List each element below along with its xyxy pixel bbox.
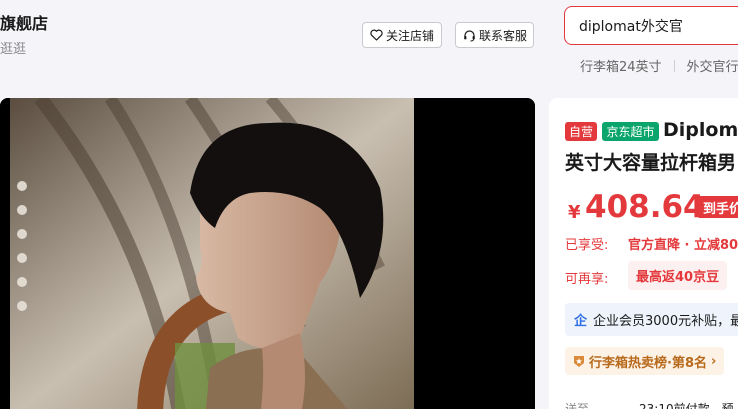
enjoyed-discount[interactable]: 官方直降 · 立减80	[628, 234, 738, 253]
follow-shop-button[interactable]: 关注店铺	[362, 22, 442, 48]
product-title: Diplomat	[663, 119, 738, 141]
contact-service-button[interactable]: 联系客服	[455, 22, 534, 48]
price-currency: ¥	[568, 202, 581, 223]
hot-search-words: 行李箱24英寸 外交官行	[580, 56, 738, 75]
self-operated-tag: 自营	[565, 122, 597, 141]
divider	[673, 59, 675, 72]
product-photo	[0, 98, 535, 409]
enterprise-subsidy-text: 企业会员3000元补贴，最	[593, 314, 738, 329]
follow-shop-label: 关注店铺	[386, 28, 435, 43]
product-main-image[interactable]	[0, 98, 535, 409]
enterprise-subsidy-banner[interactable]: 企 企业会员3000元补贴，最	[565, 303, 738, 336]
hot-word-link[interactable]: 行李箱24英寸	[580, 56, 662, 75]
bestseller-rank-link[interactable]: 行李箱热卖榜·第8名 ›	[565, 347, 725, 375]
product-info-panel: 自营 京东超市 Diplomat 英寸大容量拉杆箱男 ¥ 408.64 到手价 …	[549, 98, 738, 409]
search-input[interactable]: diplomat外交官	[564, 6, 738, 45]
enterprise-icon: 企	[574, 314, 588, 329]
headset-icon	[464, 29, 475, 41]
delivery-label: 送至	[565, 402, 590, 409]
hot-word-link[interactable]: 外交官行	[687, 56, 738, 75]
jd-supermarket-tag: 京东超市	[602, 122, 659, 141]
shop-browse-link[interactable]: 逛逛	[0, 38, 26, 57]
product-title-line2: 英寸大容量拉杆箱男	[565, 152, 737, 174]
product-price: 408.64	[585, 189, 705, 225]
contact-service-label: 联系客服	[479, 28, 528, 43]
bestseller-rank-text: 行李箱热卖榜·第8名	[589, 355, 707, 371]
delivery-info: 23:10前付款，预	[639, 402, 734, 409]
medal-icon	[574, 355, 584, 367]
enjoyed-label: 已享受:	[565, 238, 609, 253]
jd-beans-rebate[interactable]: 最高返40京豆	[628, 261, 728, 290]
shop-name[interactable]: 旗舰店	[0, 10, 48, 34]
final-price-badge[interactable]: 到手价	[697, 196, 738, 218]
heart-icon	[370, 29, 383, 41]
chevron-right-icon: ›	[710, 353, 717, 369]
extra-benefit-label: 可再享:	[565, 272, 609, 287]
